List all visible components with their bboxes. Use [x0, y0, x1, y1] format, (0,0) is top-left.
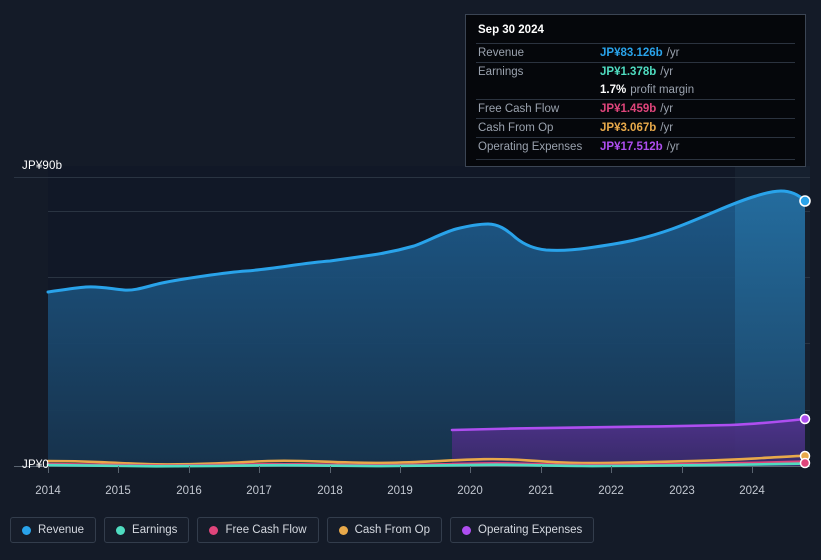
legend-label-revenue: Revenue [38, 524, 85, 536]
tooltip-row-free-cash-flow: Free Cash Flow JP¥1.459b /yr [476, 99, 795, 118]
legend-item-cash-from-op[interactable]: Cash From Op [326, 517, 443, 543]
tooltip-value-free-cash-flow: JP¥1.459b [600, 103, 657, 115]
x-tick-label-2022: 2022 [598, 485, 624, 497]
tooltip-unit-operating-expenses: /yr [666, 141, 680, 153]
legend-item-revenue[interactable]: Revenue [10, 517, 97, 543]
operating-expenses-color-dot-icon [462, 525, 472, 535]
legend-item-earnings[interactable]: Earnings [104, 517, 190, 543]
x-tick-label-2015: 2015 [105, 485, 131, 497]
tooltip-unit-profit-margin: profit margin [630, 84, 695, 96]
tooltip-value-profit-margin: 1.7% [600, 84, 627, 96]
legend-item-operating-expenses[interactable]: Operating Expenses [450, 517, 595, 543]
x-tick-label-2024: 2024 [739, 485, 765, 497]
x-tick-label-2017: 2017 [246, 485, 272, 497]
x-tick-label-2023: 2023 [669, 485, 695, 497]
x-tick-label-2019: 2019 [387, 485, 413, 497]
x-tick-label-2014: 2014 [35, 485, 61, 497]
tooltip-row-cash-from-op: Cash From Op JP¥3.067b /yr [476, 118, 795, 137]
chart-legend: Revenue Earnings Free Cash Flow Cash Fro… [10, 517, 595, 543]
free-cash-flow-color-dot-icon [209, 525, 219, 535]
tooltip-label-revenue: Revenue [478, 47, 525, 59]
earnings-color-dot-icon [116, 525, 126, 535]
legend-item-free-cash-flow[interactable]: Free Cash Flow [197, 517, 319, 543]
tooltip-row-earnings: Earnings JP¥1.378b /yr [476, 62, 795, 81]
revenue-endpoint-marker [799, 195, 811, 207]
x-tick-label-2016: 2016 [176, 485, 202, 497]
legend-label-cash-from-op: Cash From Op [354, 524, 431, 536]
chart-tooltip: Sep 30 2024 Revenue JP¥83.126b /yr Earni… [465, 14, 806, 167]
y-axis-label-zero: JP¥0 [22, 459, 50, 471]
x-tick-label-2020: 2020 [457, 485, 483, 497]
tooltip-row-profit-margin: 1.7% profit margin [476, 81, 795, 99]
tooltip-unit-cash-from-op: /yr [660, 122, 674, 134]
tooltip-label-earnings: Earnings [478, 66, 524, 78]
legend-label-free-cash-flow: Free Cash Flow [225, 524, 307, 536]
cash-from-op-color-dot-icon [338, 525, 348, 535]
legend-label-operating-expenses: Operating Expenses [478, 524, 583, 536]
tooltip-row-operating-expenses: Operating Expenses JP¥17.512b /yr [476, 137, 795, 156]
tooltip-date: Sep 30 2024 [478, 24, 544, 36]
tooltip-bottom-divider [476, 159, 795, 160]
tooltip-label-cash-from-op: Cash From Op [478, 122, 554, 134]
y-axis-label-top: JP¥90b [22, 160, 63, 172]
tooltip-unit-revenue: /yr [666, 47, 680, 59]
financial-chart: JP¥90b JP¥0 2014 2015 2016 2017 2018 201… [0, 0, 821, 560]
revenue-color-dot-icon [22, 525, 31, 535]
tooltip-value-cash-from-op: JP¥3.067b [600, 122, 657, 134]
tooltip-unit-free-cash-flow: /yr [660, 103, 674, 115]
legend-label-earnings: Earnings [132, 524, 178, 536]
x-tick-label-2021: 2021 [528, 485, 554, 497]
free-cash-flow-endpoint-marker [799, 457, 811, 469]
tooltip-value-earnings: JP¥1.378b [600, 66, 657, 78]
x-tick-label-2018: 2018 [317, 485, 343, 497]
tooltip-label-operating-expenses: Operating Expenses [478, 141, 583, 153]
tooltip-row-revenue: Revenue JP¥83.126b /yr [476, 43, 795, 62]
operating-expenses-endpoint-marker [799, 413, 811, 425]
tooltip-value-revenue: JP¥83.126b [600, 47, 663, 59]
tooltip-label-free-cash-flow: Free Cash Flow [478, 103, 560, 115]
tooltip-unit-earnings: /yr [660, 66, 674, 78]
tooltip-value-operating-expenses: JP¥17.512b [600, 141, 663, 153]
